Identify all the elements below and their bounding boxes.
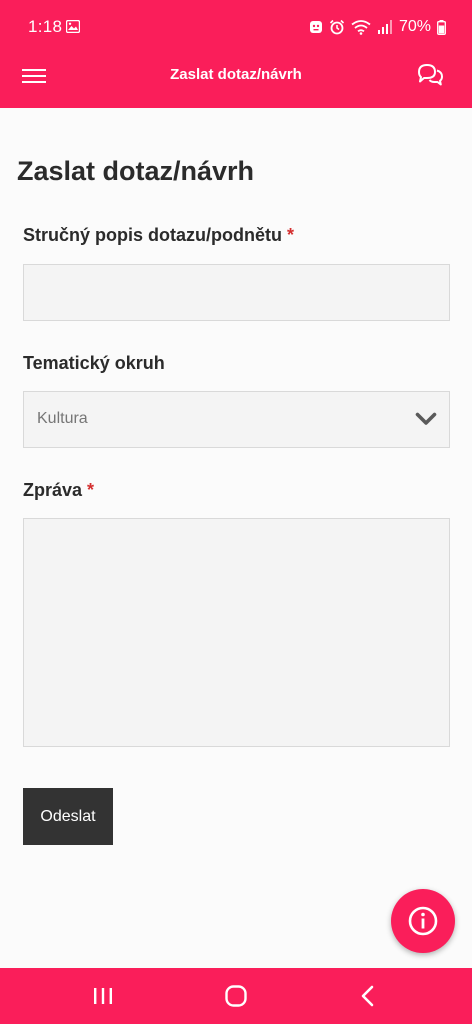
notification-app-icon [309,21,322,33]
status-icons: 70% [309,17,446,37]
submit-button[interactable]: Odeslat [23,788,113,845]
message-label: Zpráva * [23,480,94,501]
battery-percent: 70% [398,18,431,35]
battery-icon [437,19,446,35]
topic-select[interactable]: Kultura [23,391,450,448]
signal-icon [377,20,392,34]
status-bar: 1:18 70% [0,0,472,56]
subject-input[interactable] [23,264,450,321]
subject-label-text: Stručný popis dotazu/podnětu [23,225,282,245]
message-label-text: Zpráva [23,480,83,500]
info-fab-button[interactable] [391,889,455,953]
chat-bubbles-icon[interactable] [416,62,444,88]
app-bar: 1:18 70% Zaslat dotaz/návrh [0,0,472,108]
topic-selected-value: Kultura [37,410,88,427]
system-nav-bar [0,968,472,1024]
alarm-icon [329,19,345,35]
page-title: Zaslat dotaz/návrh [17,156,255,186]
home-icon[interactable] [222,982,250,1010]
back-icon[interactable] [354,982,382,1010]
status-time: 1:18 [28,17,63,36]
subject-label: Stručný popis dotazu/podnětu * [23,225,294,246]
chevron-down-icon [415,412,437,425]
wifi-icon [351,20,371,35]
recent-apps-icon[interactable] [89,982,117,1010]
gallery-notification-icon [66,20,80,33]
required-mark: * [87,480,95,500]
toolbar: Zaslat dotaz/návrh [0,52,472,108]
topic-label: Tematický okruh [23,353,165,373]
required-mark: * [287,225,295,245]
info-icon [408,906,438,936]
toolbar-title: Zaslat dotaz/návrh [170,66,302,83]
message-textarea[interactable] [23,518,450,747]
